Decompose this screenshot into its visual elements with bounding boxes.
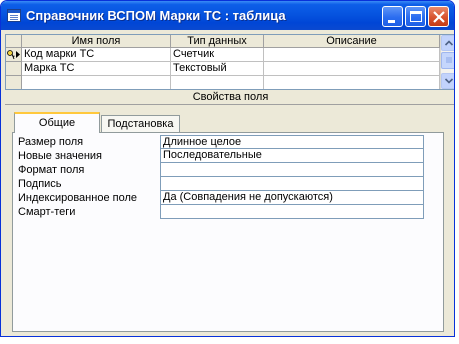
column-header-field-name[interactable]: Имя поля <box>22 35 171 48</box>
property-value-format[interactable] <box>160 163 424 177</box>
grip-icon <box>446 57 452 63</box>
scroll-down-icon <box>444 78 454 84</box>
scroll-up-button[interactable] <box>441 35 454 51</box>
row-selector[interactable] <box>6 76 22 89</box>
property-value-indexed[interactable]: Да (Совпадения не допускаются) <box>160 191 424 205</box>
current-record-icon <box>16 51 20 58</box>
description-cell[interactable] <box>264 62 440 76</box>
property-label-caption: Подпись <box>18 178 62 190</box>
field-grid: Имя поля Тип данных Описание Код марки Т… <box>5 34 454 90</box>
tab-general[interactable]: Общие <box>14 112 100 133</box>
maximize-button[interactable] <box>405 6 426 27</box>
property-value-caption[interactable] <box>160 177 424 191</box>
data-type-cell[interactable] <box>171 76 264 89</box>
close-button[interactable] <box>428 6 449 27</box>
row-selector[interactable] <box>6 62 22 76</box>
data-type-cell[interactable]: Текстовый <box>171 62 264 76</box>
minimize-button[interactable] <box>382 6 403 27</box>
property-value-new-values[interactable]: Последовательные <box>160 149 424 163</box>
field-name-cell[interactable]: Код марки ТС <box>22 48 96 61</box>
window-title: Справочник ВСПОМ Марки ТС : таблица <box>26 8 286 23</box>
close-icon <box>433 11 445 23</box>
title-bar[interactable]: Справочник ВСПОМ Марки ТС : таблица <box>1 1 454 30</box>
scroll-up-icon <box>444 40 454 46</box>
scroll-thumb[interactable] <box>441 52 454 69</box>
property-value-field-size[interactable]: Длинное целое <box>160 135 424 149</box>
field-name-cell[interactable]: Марка ТС <box>22 62 171 76</box>
maximize-icon <box>410 11 422 22</box>
table-icon <box>7 9 21 22</box>
column-header-description[interactable]: Описание <box>264 35 440 48</box>
property-label-new-values: Новые значения <box>18 150 103 162</box>
property-label-format: Формат поля <box>18 164 85 176</box>
divider <box>5 104 454 105</box>
field-properties-header: Свойства поля <box>192 91 269 103</box>
vertical-scrollbar[interactable] <box>440 35 454 89</box>
property-label-field-size: Размер поля <box>18 136 84 148</box>
property-label-smart-tags: Смарт-теги <box>18 206 76 218</box>
data-type-cell[interactable]: Счетчик <box>171 48 264 62</box>
description-cell[interactable] <box>264 48 440 62</box>
tab-lookup[interactable]: Подстановка <box>101 115 180 133</box>
description-cell[interactable] <box>264 76 440 89</box>
primary-key-icon <box>7 50 20 60</box>
property-value-smart-tags[interactable] <box>160 205 424 219</box>
table-row[interactable]: Код марки ТС <box>22 48 171 62</box>
column-header-data-type[interactable]: Тип данных <box>171 35 264 48</box>
table-design-window: Справочник ВСПОМ Марки ТС : таблица Имя … <box>0 0 455 337</box>
minimize-icon <box>388 20 395 23</box>
row-selector[interactable] <box>6 48 22 62</box>
property-label-indexed: Индексированное поле <box>18 192 137 204</box>
grid-corner[interactable] <box>6 35 22 48</box>
scroll-down-button[interactable] <box>441 73 454 89</box>
field-name-cell[interactable] <box>22 76 171 89</box>
